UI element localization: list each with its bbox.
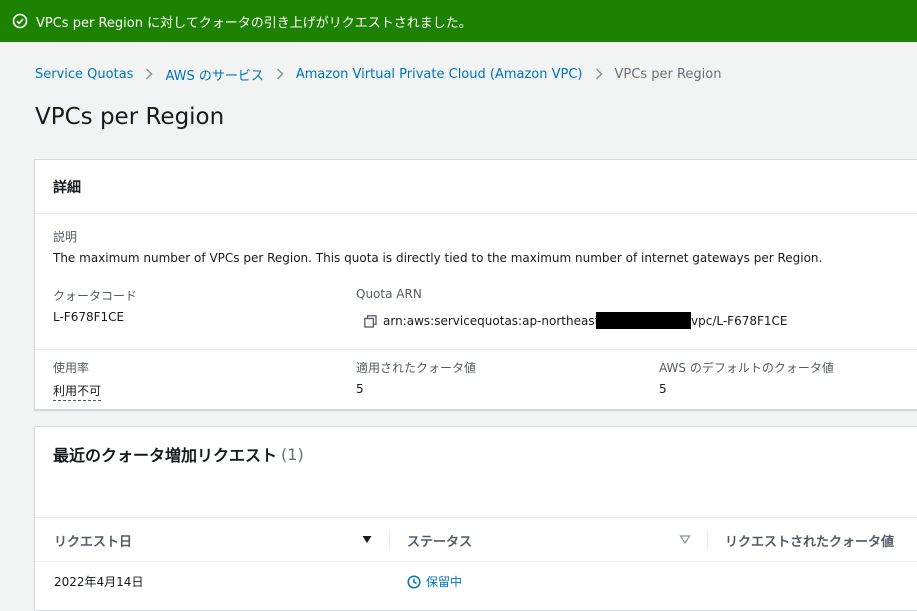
default-quota-label: AWS のデフォルトのクォータ値 [659, 361, 834, 375]
quota-arn-prefix: arn:aws:servicequotas:ap-northeast-1 [383, 314, 612, 328]
sort-descending-icon[interactable] [361, 533, 373, 545]
quota-arn-suffix: vpc/L-F678F1CE [691, 314, 788, 328]
column-header-status[interactable]: ステータス [407, 518, 472, 562]
details-divider [35, 349, 917, 350]
table-header: リクエスト日 ステータス リクエストされたクォータ値 [35, 517, 917, 562]
clock-icon [407, 574, 421, 589]
requests-header: 最近のクォータ増加リクエスト (1) [35, 427, 917, 481]
redaction-box [596, 312, 691, 329]
sort-neutral-icon[interactable] [679, 533, 691, 545]
description-value: The maximum number of VPCs per Region. T… [53, 251, 823, 265]
column-separator [389, 530, 390, 550]
flash-message: VPCs per Region に対してクォータの引き上げがリクエストされました… [36, 15, 472, 31]
row-request-date: 2022年4月14日 [54, 575, 144, 589]
utilization-label: 使用率 [53, 361, 90, 375]
chevron-right-icon [595, 68, 603, 80]
recent-requests-panel: 最近のクォータ増加リクエスト (1) リクエスト日 ステータス リクエストされた… [34, 426, 917, 611]
chevron-right-icon [276, 68, 284, 80]
column-separator [707, 530, 708, 550]
quota-code-label: クォータコード [53, 289, 138, 303]
breadcrumb-link-aws-services[interactable]: AWS のサービス [165, 65, 263, 84]
breadcrumb-link-amazon-vpc[interactable]: Amazon Virtual Private Cloud (Amazon VPC… [296, 67, 583, 82]
breadcrumb: Service Quotas AWS のサービス Amazon Virtual … [35, 64, 721, 84]
column-header-request-date[interactable]: リクエスト日 [54, 518, 132, 562]
success-flash-banner: VPCs per Region に対してクォータの引き上げがリクエストされました… [0, 0, 917, 42]
utilization-value[interactable]: 利用不可 [53, 382, 102, 401]
details-header: 詳細 [35, 160, 917, 214]
applied-quota-value: 5 [356, 382, 364, 396]
row-status-pending: 保留中 [407, 573, 462, 590]
chevron-right-icon [145, 68, 154, 80]
status-text: 保留中 [426, 575, 463, 589]
breadcrumb-link-service-quotas[interactable]: Service Quotas [35, 67, 133, 82]
description-label: 説明 [53, 230, 78, 244]
applied-quota-label: 適用されたクォータ値 [356, 361, 477, 375]
breadcrumb-current: VPCs per Region [614, 66, 722, 82]
details-panel: 詳細 説明 The maximum number of VPCs per Reg… [34, 159, 917, 410]
quota-code-value: L-F678F1CE [53, 310, 125, 324]
quota-arn-label: Quota ARN [356, 287, 422, 301]
requests-title: 最近のクォータ増加リクエスト [53, 446, 278, 465]
default-quota-value: 5 [659, 382, 667, 396]
page-title: VPCs per Region [35, 104, 225, 130]
column-header-requested-value[interactable]: リクエストされたクォータ値 [725, 518, 894, 562]
copy-icon[interactable] [364, 315, 377, 328]
check-circle-icon [12, 13, 28, 29]
requests-count: (1) [281, 444, 304, 464]
